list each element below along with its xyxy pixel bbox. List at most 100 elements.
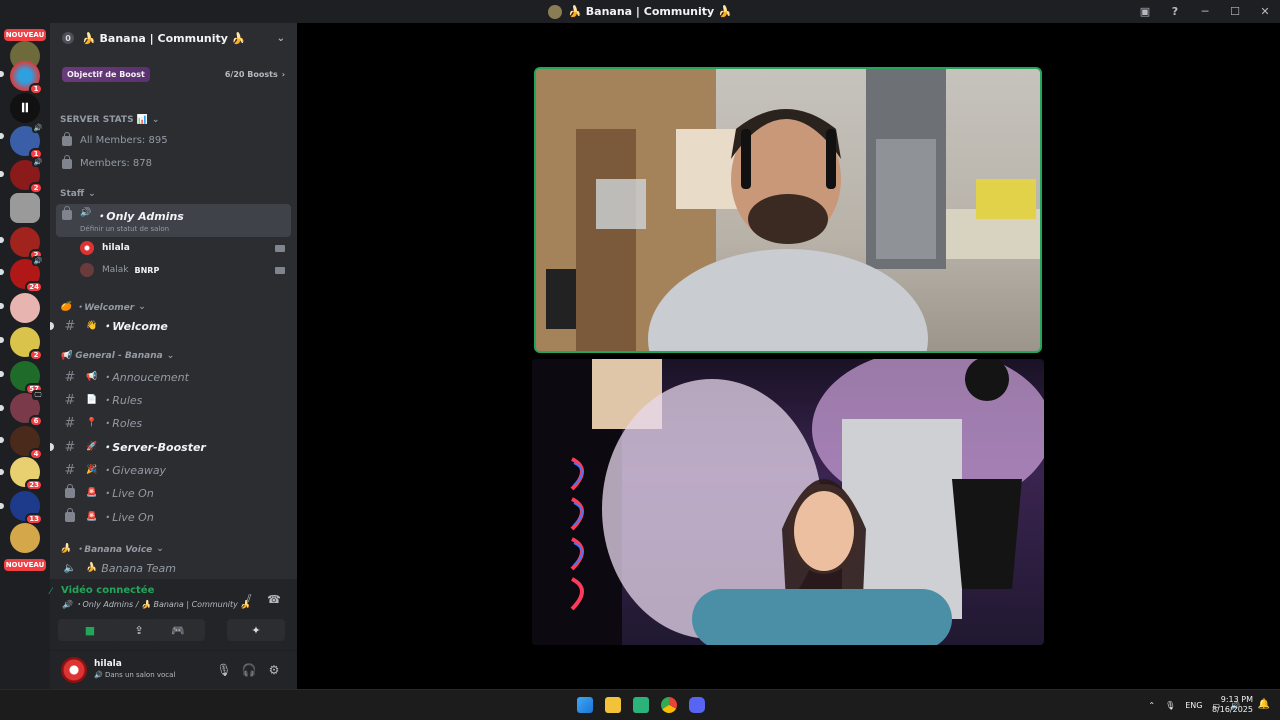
minimize-button[interactable]: ─ <box>1190 0 1220 23</box>
server-icon[interactable]: 🔊 24 <box>10 256 44 293</box>
gear-icon[interactable]: ⚙ <box>267 663 281 677</box>
boost-goal-label: Objectif de Boost <box>62 66 150 82</box>
signal-icon[interactable]: ⁄ <box>50 587 52 597</box>
megaphone-icon: 📢 <box>60 351 72 361</box>
voice-member[interactable]: hilala <box>80 241 285 255</box>
guild-header[interactable]: 0 🍌 Banana | Community 🍌 ⌄ <box>50 23 297 53</box>
channel-label: Banana Team <box>101 561 177 575</box>
category-general[interactable]: 📢 General - Banana ⌄ <box>60 351 174 361</box>
activity-button[interactable]: 🎮 <box>151 619 205 641</box>
channel-all-members[interactable]: All Members: 895 <box>62 131 168 146</box>
voice-channel-path[interactable]: 🔊 ・Only Admins / 🍌 Banana | Community 🍌 <box>62 599 250 610</box>
channel-status[interactable]: Définir un statut de salon <box>80 225 169 233</box>
unread-pill <box>0 503 4 509</box>
discord-icon[interactable] <box>689 697 705 713</box>
chevron-up-icon[interactable]: ⌃ <box>1148 701 1155 710</box>
new-badge: NOUVEAU <box>4 29 46 41</box>
server-icon[interactable]: 𝐈𝐈 <box>10 93 40 123</box>
clock[interactable]: 9:13 PM 8/16/2025 <box>1212 695 1253 715</box>
channel-only-admins[interactable]: 🔊 ・Only Admins Définir un statut de salo… <box>56 204 291 237</box>
channel-annoucement[interactable]: # 📢 ・Annoucement <box>56 366 291 388</box>
channel-rules[interactable]: # 📄 ・Rules <box>56 389 291 411</box>
file-explorer-icon[interactable] <box>605 697 621 713</box>
unread-pill <box>0 437 4 443</box>
channel-roles[interactable]: # 📍 ・Roles <box>56 412 291 434</box>
disconnect-icon[interactable]: ☎ <box>266 591 282 607</box>
mention-badge: 23 <box>25 479 43 491</box>
server-icon[interactable]: 🔊 1 <box>10 123 44 160</box>
microphone-icon[interactable]: 🎙 <box>1165 701 1175 710</box>
server-icon[interactable]: 1 <box>10 61 43 95</box>
hashtag-icon: # <box>64 392 76 408</box>
channel-live-on[interactable]: 🚨 ・Live On <box>56 506 291 528</box>
server-icon[interactable] <box>10 523 40 553</box>
mention-badge: 1 <box>29 83 43 95</box>
channel-live-on[interactable]: 🚨 ・Live On <box>56 482 291 504</box>
title-bar: 🍌 Banana | Community 🍌 ▣ ? ─ ☐ ✕ <box>0 0 1280 23</box>
unread-pill <box>0 237 4 243</box>
soundboard-button[interactable]: ✦ <box>227 619 285 641</box>
category-server-stats[interactable]: SERVER STATS 📊 ⌄ <box>60 115 159 125</box>
channel-label: ・Welcome <box>101 320 168 333</box>
voice-member[interactable]: Malak BNRP <box>80 263 285 277</box>
avatar <box>80 241 94 255</box>
camera-icon <box>275 244 285 252</box>
unread-pill <box>0 71 4 77</box>
server-list: NOUVEAU 1 𝐈𝐈 🔊 1 🔊 2 2 🔊 24 2 57 🖵 6 4 23 13… <box>0 23 50 689</box>
app-icon[interactable] <box>633 697 649 713</box>
server-icon[interactable]: 23 <box>10 457 43 491</box>
unread-count: 0 <box>62 32 74 44</box>
guild-name: 🍌 Banana | Community 🍌 <box>82 31 246 45</box>
noise-suppression-icon[interactable]: ⫽ <box>241 591 257 607</box>
headphones-icon[interactable]: 🎧 <box>242 663 257 677</box>
server-icon[interactable]: 2 <box>10 327 43 361</box>
inbox-icon[interactable]: ▣ <box>1130 0 1160 23</box>
user-status-label: Dans un salon vocal <box>104 671 176 679</box>
start-button-icon[interactable] <box>577 697 593 713</box>
channel-banana-team[interactable]: 🔈 🍌 Banana Team <box>56 557 291 579</box>
unread-indicator <box>50 322 54 330</box>
voice-status[interactable]: Vidéo connectée <box>61 585 154 596</box>
server-icon[interactable]: 2 <box>10 227 43 261</box>
boost-goal[interactable]: Objectif de Boost 6/20 Boosts › <box>58 63 289 85</box>
channel-label: ・Server-Booster <box>101 441 206 454</box>
server-icon[interactable]: 4 <box>10 426 43 460</box>
server-icon[interactable]: 🔊 2 <box>10 157 44 194</box>
notification-icon[interactable]: 🔔 <box>1258 699 1270 710</box>
server-icon[interactable] <box>10 293 40 323</box>
rocket-icon: 🚀 <box>86 442 98 452</box>
username[interactable]: hilala <box>94 659 122 669</box>
video-tile-speaking[interactable] <box>534 67 1042 353</box>
maximize-button[interactable]: ☐ <box>1220 0 1250 23</box>
server-icon[interactable]: 🖵 6 <box>10 390 44 427</box>
category-banana-voice[interactable]: 🍌 ・Banana Voice ⌄ <box>60 542 164 556</box>
server-icon[interactable]: 13 <box>10 491 43 525</box>
unread-pill <box>0 303 4 309</box>
category-staff[interactable]: Staff ⌄ <box>60 189 96 199</box>
avatar[interactable] <box>61 657 87 683</box>
lock-icon <box>65 484 75 498</box>
category-label: General - Banana <box>75 351 163 361</box>
help-icon[interactable]: ? <box>1160 0 1190 23</box>
close-button[interactable]: ✕ <box>1250 0 1280 23</box>
category-welcomer[interactable]: 🍊 ・Welcomer ⌄ <box>60 300 146 314</box>
video-tile[interactable] <box>532 359 1044 645</box>
channel-members[interactable]: Members: 878 <box>62 154 152 169</box>
mention-badge: 2 <box>29 349 43 361</box>
banana-icon: 🍌 <box>60 543 72 554</box>
app-icon <box>548 4 563 19</box>
windows-taskbar: ⌃ 🎙 ENG ▭ 🔊 9:13 PM 8/16/2025 🔔 <box>0 689 1280 720</box>
server-icon[interactable] <box>10 193 40 223</box>
lock-icon <box>65 508 75 522</box>
microphone-icon[interactable]: 🎙 <box>216 663 231 677</box>
unread-pill <box>0 171 4 177</box>
channel-server-booster[interactable]: # 🚀 ・Server-Booster <box>50 436 291 458</box>
channel-welcome[interactable]: # 👋 ・Welcome <box>50 315 291 337</box>
server-icon[interactable]: 57 <box>10 361 43 395</box>
unread-indicator <box>50 443 54 451</box>
siren-icon: 🚨 <box>86 512 98 522</box>
language-indicator[interactable]: ENG <box>1185 701 1202 710</box>
channel-giveaway[interactable]: # 🎉 ・Giveaway <box>56 459 291 481</box>
chrome-icon[interactable] <box>661 697 677 713</box>
hashtag-icon: # <box>64 415 76 431</box>
